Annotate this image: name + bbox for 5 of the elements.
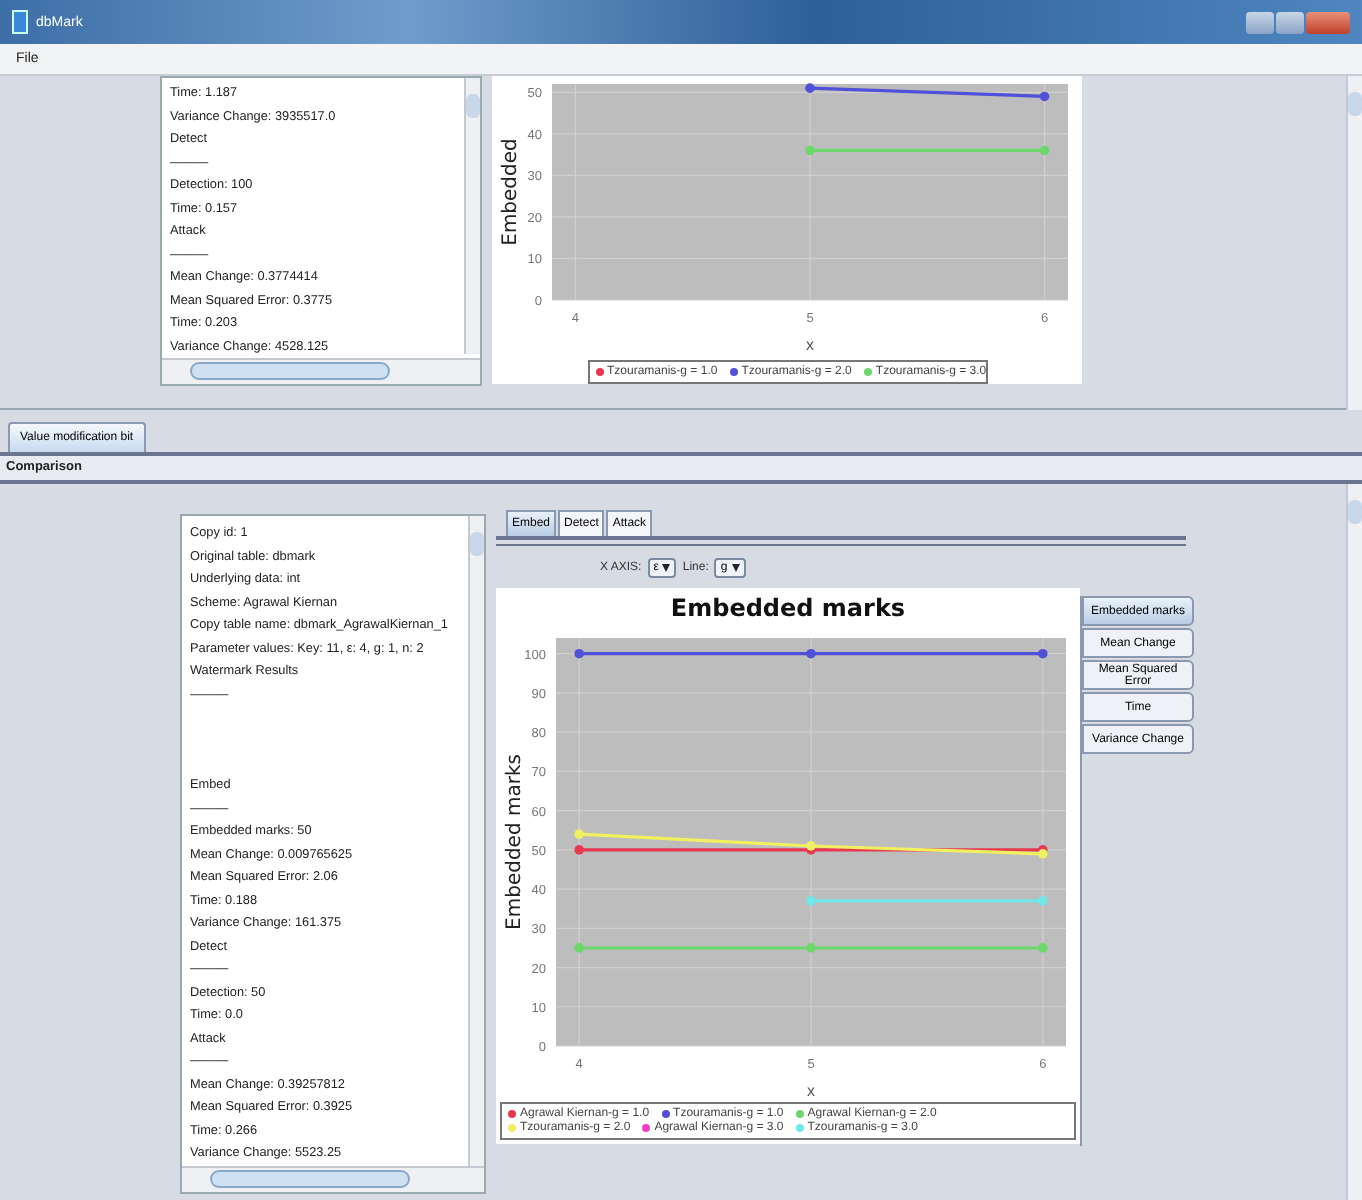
x-axis-title: x (806, 336, 814, 354)
chart-title: Embedded marks (668, 592, 908, 622)
y-axis-title: Embedded (500, 138, 522, 246)
x-axis-title: x (807, 1082, 815, 1100)
y-axis-title: Embedded marks (504, 754, 526, 930)
